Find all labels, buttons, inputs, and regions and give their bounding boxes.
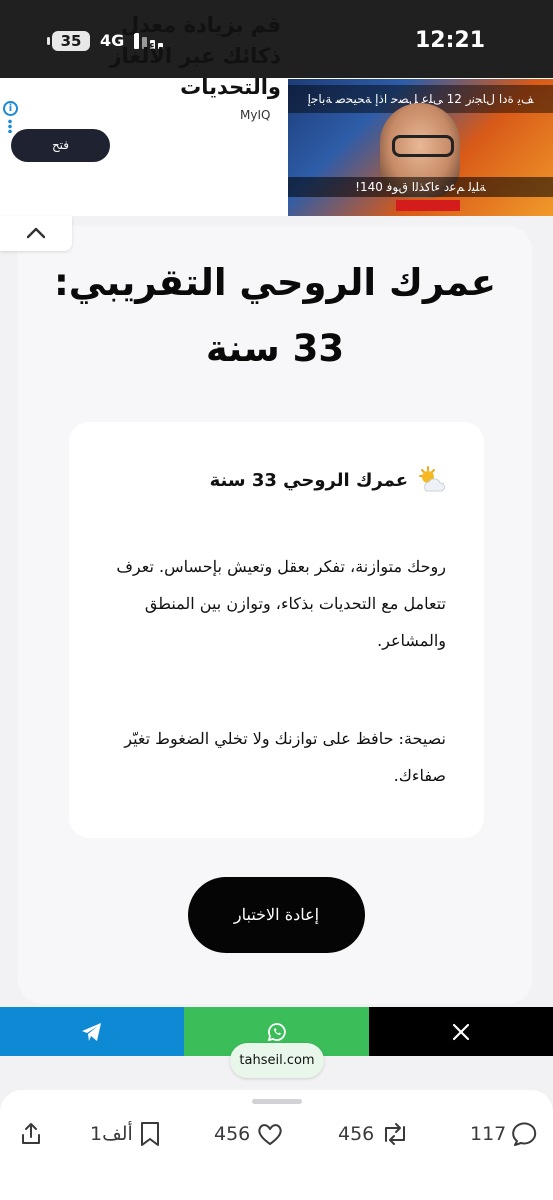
retry-button[interactable]: إعادة الاختبار — [188, 877, 365, 953]
bookmark-icon — [140, 1122, 159, 1146]
result-heading: عمرك الروحي 33 سنة — [100, 462, 446, 498]
comment-icon — [512, 1122, 537, 1146]
share-telegram-button[interactable] — [0, 1007, 184, 1056]
ad-brand: MyIQ — [240, 108, 271, 122]
heart-icon — [258, 1124, 282, 1145]
reply-action[interactable]: 117 — [470, 1117, 540, 1151]
result-description: روحك متوازنة، تفكر بعقل وتعيش بإحساس. تع… — [116, 557, 446, 650]
repost-icon — [385, 1123, 406, 1145]
ad-headline[interactable]: قم بزيادة معدل ذكائك عبر الألغاز والتحدي… — [101, 10, 281, 103]
whatsapp-icon — [267, 1022, 286, 1041]
telegram-icon — [82, 1022, 101, 1041]
battery-icon: 35 — [47, 31, 90, 51]
ad-menu-icon[interactable] — [8, 119, 12, 133]
x-logo-icon — [452, 1023, 470, 1040]
share-action[interactable] — [18, 1117, 44, 1151]
like-count: 456 — [214, 1123, 251, 1145]
bookmark-action[interactable]: 1ألف — [90, 1117, 161, 1151]
ad-info-icon[interactable]: i — [3, 101, 18, 116]
sun-cloud-icon — [416, 465, 446, 495]
ad-image-tag — [396, 200, 460, 211]
site-url-badge[interactable]: tahseil.com — [230, 1043, 324, 1078]
repost-count: 456 — [338, 1123, 375, 1145]
share-x-button[interactable] — [369, 1007, 553, 1056]
collapse-ad-button[interactable] — [0, 216, 72, 251]
like-action[interactable]: 456 — [214, 1117, 284, 1151]
repost-action[interactable]: 456 — [338, 1117, 410, 1151]
ad-image-bottom-text: !ﺔﻠﻴﻟ ﻢﻋﺩ ﺀﺎﻛﺬﻟﺍ ﻕﻮﻓ 140 — [288, 177, 553, 197]
drag-handle[interactable] — [252, 1099, 302, 1104]
status-time: 12:21 — [414, 28, 486, 53]
share-icon — [22, 1123, 40, 1144]
chevron-up-icon — [26, 227, 46, 239]
reply-count: 117 — [470, 1123, 507, 1145]
result-heading-text: عمرك الروحي 33 سنة — [209, 469, 408, 491]
ad-image[interactable]: ﻒﻳ ﺓﺩﺍ ﻝﺎﺠﻧﺭ 12 ﻰﻠﻋ ﻞﺼﺣ ﺍﺫﺇ ﺔﺤﻴﺤﺻ ﺔﺑﺎﺟﺇ … — [288, 79, 553, 216]
bookmark-count: 1ألف — [90, 1123, 133, 1145]
result-advice: نصيحة: حافظ على توازنك ولا تخلي الضغوط ت… — [124, 729, 446, 785]
page-title: عمرك الروحي التقريبي: 33 سنة — [53, 261, 496, 370]
ad-open-button[interactable]: فتح — [11, 129, 110, 162]
